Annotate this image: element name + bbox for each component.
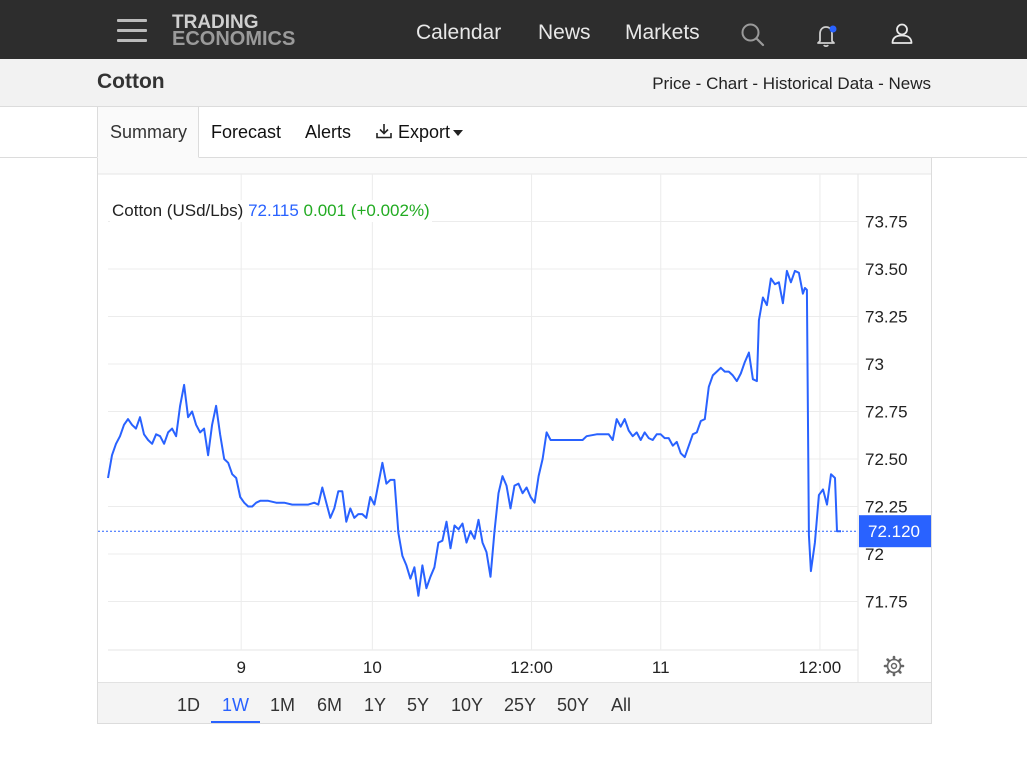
range-25y[interactable]: 25Y: [504, 695, 536, 716]
range-5y[interactable]: 5Y: [407, 695, 429, 716]
page-title: Cotton: [97, 70, 165, 93]
tab-alerts[interactable]: Alerts: [305, 107, 351, 158]
last-price-label: 72.120: [868, 522, 920, 541]
search-icon[interactable]: [740, 22, 766, 53]
nav-calendar[interactable]: Calendar: [416, 21, 501, 45]
user-icon[interactable]: [889, 21, 915, 52]
range-1m[interactable]: 1M: [270, 695, 295, 716]
y-tick-label: 72.75: [865, 403, 908, 422]
legend-value: 72.115: [248, 201, 299, 220]
range-50y[interactable]: 50Y: [557, 695, 589, 716]
bell-icon[interactable]: [814, 22, 840, 53]
range-10y[interactable]: 10Y: [451, 695, 483, 716]
range-1y[interactable]: 1Y: [364, 695, 386, 716]
export-dropdown[interactable]: Export: [375, 107, 464, 158]
x-tick-label: 12:00: [799, 658, 842, 677]
chevron-down-icon: [453, 130, 464, 137]
breadcrumb-historical-data[interactable]: Historical Data: [763, 74, 874, 93]
y-tick-label: 72.25: [865, 498, 908, 517]
nav-markets[interactable]: Markets: [625, 21, 700, 45]
tab-summary[interactable]: Summary: [97, 107, 199, 158]
price-chart[interactable]: 73.7573.5073.257372.7572.5072.257271.75 …: [98, 158, 931, 682]
y-tick-label: 71.75: [865, 593, 908, 612]
menu-icon[interactable]: [117, 19, 147, 45]
breadcrumb-separator: -: [695, 74, 702, 93]
series-line-cotton: [107, 269, 841, 597]
legend-change: 0.001 (+0.002%): [303, 201, 430, 220]
download-icon: [376, 124, 392, 139]
range-1d[interactable]: 1D: [177, 695, 200, 716]
range-active-indicator: [211, 721, 260, 723]
breadcrumb-news[interactable]: News: [888, 74, 931, 93]
range-all[interactable]: All: [611, 695, 631, 716]
x-tick-label: 9: [236, 658, 245, 677]
x-tick-label: 11: [652, 658, 670, 677]
range-6m[interactable]: 6M: [317, 695, 342, 716]
breadcrumb: Price - Chart - Historical Data - News: [652, 74, 931, 94]
settings-icon[interactable]: [883, 655, 905, 677]
y-tick-label: 73.25: [865, 308, 908, 327]
logo-line-2: ECONOMICS: [172, 28, 296, 50]
breadcrumb-separator: -: [878, 74, 884, 93]
range-1w[interactable]: 1W: [222, 695, 249, 716]
breadcrumb-separator: -: [752, 74, 759, 93]
tab-bar: Summary Forecast Alerts Export: [0, 107, 1027, 158]
x-tick-label: 10: [363, 658, 382, 677]
export-label: Export: [398, 122, 451, 142]
top-navbar: TRADING ECONOMICS Calendar News Markets: [0, 0, 1027, 59]
chart-legend: Cotton (USd/Lbs) 72.115 0.001 (+0.002%): [110, 200, 432, 222]
y-tick-label: 72: [865, 545, 884, 564]
page-subheader: Cotton Price - Chart - Historical Data -…: [0, 59, 1027, 107]
range-selector: 1D 1W 1M 6M 1Y 5Y 10Y 25Y 50Y All: [98, 682, 931, 723]
y-tick-label: 73.75: [865, 213, 908, 232]
y-tick-label: 73: [865, 355, 884, 374]
breadcrumb-chart[interactable]: Chart: [706, 74, 748, 93]
y-tick-label: 73.50: [865, 260, 908, 279]
site-logo[interactable]: TRADING ECONOMICS: [172, 13, 296, 50]
legend-series-name: Cotton (USd/Lbs): [112, 201, 244, 220]
breadcrumb-price[interactable]: Price: [652, 74, 691, 93]
y-tick-label: 72.50: [865, 450, 908, 469]
x-tick-label: 12:00: [510, 658, 553, 677]
chart-card: 73.75 73.50 73.25 73 72.75 72.50 72.25 72 71.75 …: [97, 158, 932, 724]
nav-news[interactable]: News: [538, 21, 591, 45]
tab-forecast[interactable]: Forecast: [211, 107, 281, 158]
